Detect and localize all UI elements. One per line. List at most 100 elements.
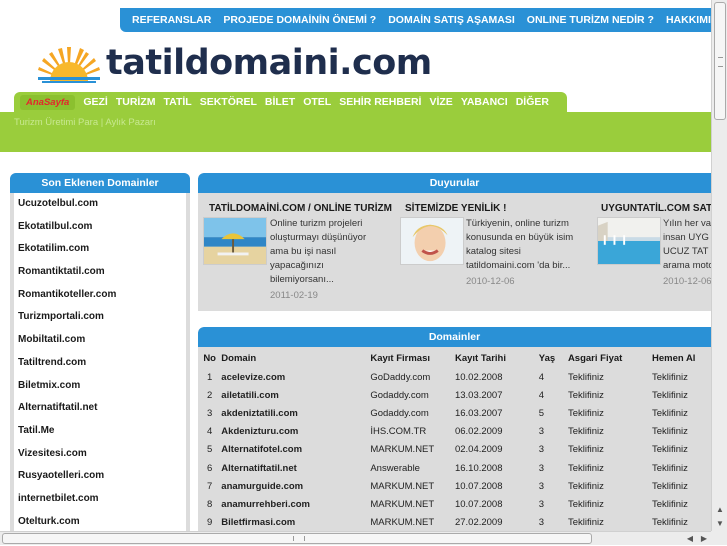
domains-title: Domainler bbox=[198, 327, 711, 347]
table-row[interactable]: 1 acelevize.com GoDaddy.com 10.02.2008 4 Tekl… bbox=[198, 368, 711, 386]
catnav-home[interactable]: AnaSayfa bbox=[20, 94, 76, 110]
news-title[interactable]: SİTEMİZDE YENİLİK ! bbox=[405, 203, 605, 214]
news-text-line: yapacağınızı bbox=[270, 260, 324, 271]
pool-resort-image[interactable] bbox=[597, 217, 661, 265]
table-row[interactable]: 3 akdeniztatili.com Godaddy.com 16.03.2007 5… bbox=[198, 404, 711, 422]
buy-now[interactable]: Teklifiniz bbox=[652, 514, 711, 532]
beach-umbrella-image[interactable] bbox=[203, 217, 267, 265]
vertical-scrollbar[interactable]: ▲ ▼ bbox=[711, 0, 727, 531]
recent-domain-item[interactable]: Tatil.Me bbox=[14, 420, 186, 443]
registrar: MARKUM.NET bbox=[370, 498, 435, 510]
recent-domain-item[interactable]: Ucuzotelbul.com bbox=[14, 193, 186, 216]
registration-date: 13.03.2007 bbox=[454, 389, 503, 401]
news-body: Türkiyenin, online turizm konusunda en b… bbox=[466, 217, 596, 289]
domain-name[interactable]: acelevize.com bbox=[221, 368, 370, 386]
recent-domain-item[interactable]: Tatiltrend.com bbox=[14, 352, 186, 375]
buy-now[interactable]: Teklifiniz bbox=[652, 495, 711, 513]
table-row[interactable]: 5 Alternatifotel.com MARKUM.NET 02.04.2009 3… bbox=[198, 441, 711, 459]
registrar: MARKUM.NET bbox=[370, 444, 435, 456]
topnav-item-referanslar[interactable]: REFERANSLAR bbox=[132, 14, 211, 26]
table-row[interactable]: 6 Alternatiftatil.net Answerable 16.10.2008… bbox=[198, 459, 711, 477]
domain-name[interactable]: akdeniztatili.com bbox=[221, 404, 370, 422]
news-title[interactable]: UYGUNTATİL.COM SAT bbox=[601, 203, 711, 214]
catnav-item-sehir-rehberi[interactable]: SEHİR REHBERİ bbox=[339, 96, 421, 108]
catnav-item-gezi[interactable]: GEZİ bbox=[83, 96, 108, 108]
news-title[interactable]: TATİLDOMAİNİ.COM / ONLİNE TURİZM bbox=[209, 203, 409, 214]
domain-age: 4 bbox=[538, 389, 545, 401]
catnav-item-vize[interactable]: VİZE bbox=[429, 96, 452, 108]
recent-domain-item[interactable]: Turizmportali.com bbox=[14, 306, 186, 329]
recent-domains-panel: Son Eklenen Domainler Ucuzotelbul.com Ek… bbox=[10, 173, 190, 531]
registration-date: 16.10.2008 bbox=[454, 462, 503, 474]
table-row[interactable]: 2 ailetatili.com Godaddy.com 13.03.2007 4 Tek… bbox=[198, 386, 711, 404]
min-price: Teklifiniz bbox=[567, 444, 604, 456]
buy-now[interactable]: Teklifiniz bbox=[652, 441, 711, 459]
announcements-panel: Duyurular TATİLDOMAİNİ.COM / ONLİNE TURİ… bbox=[198, 173, 711, 311]
recent-domain-item[interactable]: Biletmix.com bbox=[14, 375, 186, 398]
column-header-buy-now: Hemen Al bbox=[651, 353, 696, 364]
topnav-item-domain-satis-asamasi[interactable]: DOMAİN SATIŞ AŞAMASI bbox=[388, 14, 515, 26]
topnav-item-projede-domainin-onemi[interactable]: PROJEDE DOMAİNİN ÖNEMİ ? bbox=[223, 14, 376, 26]
min-price: Teklifiniz bbox=[567, 517, 604, 529]
recent-domain-item[interactable]: Romantiktatil.com bbox=[14, 261, 186, 284]
catnav-item-turizm[interactable]: TURİZM bbox=[116, 96, 156, 108]
domain-age: 3 bbox=[538, 517, 545, 529]
catnav-item-bilet[interactable]: BİLET bbox=[265, 96, 295, 108]
horizontal-scrollbar[interactable]: ◀ ▶ bbox=[0, 531, 711, 545]
recent-domain-item[interactable]: Otelturk.com bbox=[14, 511, 186, 531]
catnav-item-yabanci[interactable]: YABANCI bbox=[461, 96, 508, 108]
registrar: Godaddy.com bbox=[370, 407, 429, 419]
scroll-down-icon[interactable]: ▼ bbox=[712, 517, 727, 531]
catnav-item-sektorel[interactable]: SEKTÖREL bbox=[200, 96, 257, 108]
domain-age: 3 bbox=[538, 462, 545, 474]
scroll-left-icon[interactable]: ◀ bbox=[683, 532, 697, 546]
news-body: Yılın her va insan UYG UCUZ TAT arama mo… bbox=[663, 217, 711, 289]
buy-now[interactable]: Teklifiniz bbox=[652, 477, 711, 495]
recent-domain-item[interactable]: Ekotatilim.com bbox=[14, 238, 186, 261]
buy-now[interactable]: Teklifiniz bbox=[652, 404, 711, 422]
catnav-item-diger[interactable]: DİĞER bbox=[516, 96, 549, 108]
smiling-woman-image[interactable] bbox=[400, 217, 464, 265]
recent-domain-item[interactable]: Vizesitesi.com bbox=[14, 443, 186, 466]
recent-domain-item[interactable]: internetbilet.com bbox=[14, 488, 186, 511]
scroll-right-icon[interactable]: ▶ bbox=[697, 532, 711, 546]
row-number: 8 bbox=[207, 498, 213, 510]
column-header-no: No bbox=[203, 353, 216, 364]
min-price: Teklifiniz bbox=[567, 426, 604, 438]
domains-table-body: 1 acelevize.com GoDaddy.com 10.02.2008 4 Tekl… bbox=[198, 368, 711, 531]
recent-domain-item[interactable]: Romantikoteller.com bbox=[14, 284, 186, 307]
vertical-scroll-thumb[interactable] bbox=[714, 2, 726, 120]
catnav-item-otel[interactable]: OTEL bbox=[303, 96, 331, 108]
sub-navigation[interactable]: Turizm Üretimi Para | Aylık Pazarı bbox=[14, 117, 156, 128]
recent-domain-item[interactable]: Mobiltatil.com bbox=[14, 329, 186, 352]
buy-now[interactable]: Teklifiniz bbox=[652, 386, 711, 404]
logo-text: tatildomaini.com bbox=[106, 43, 432, 83]
topnav-item-online-turizm-nedir[interactable]: ONLINE TURİZM NEDİR ? bbox=[527, 14, 654, 26]
domain-name[interactable]: Biletfirmasi.com bbox=[221, 514, 370, 532]
scroll-up-icon[interactable]: ▲ bbox=[712, 503, 727, 517]
row-number: 1 bbox=[207, 371, 213, 383]
buy-now[interactable]: Teklifiniz bbox=[652, 368, 711, 386]
buy-now[interactable]: Teklifiniz bbox=[652, 459, 711, 477]
news-item: UYGUNTATİL.COM SAT Yılın her va insan UY… bbox=[597, 203, 711, 287]
table-row[interactable]: 9 Biletfirmasi.com MARKUM.NET 27.02.2009 3 Te… bbox=[198, 514, 711, 532]
table-row[interactable]: 8 anamurrehberi.com MARKUM.NET 10.07.2008 3 T… bbox=[198, 495, 711, 513]
domain-name[interactable]: ailetatili.com bbox=[221, 386, 370, 404]
recent-domain-item[interactable]: Alternatiftatil.net bbox=[14, 397, 186, 420]
table-row[interactable]: 4 Akdenizturu.com İHS.COM.TR 06.02.2009 3 Tek… bbox=[198, 423, 711, 441]
domain-name[interactable]: Alternatifotel.com bbox=[221, 441, 370, 459]
domain-name[interactable]: anamurguide.com bbox=[221, 477, 370, 495]
horizontal-scroll-thumb[interactable] bbox=[2, 533, 592, 544]
domain-name[interactable]: Alternatiftatil.net bbox=[221, 459, 370, 477]
catnav-item-tatil[interactable]: TATİL bbox=[164, 96, 192, 108]
topnav-item-hakkimizda[interactable]: HAKKIMIZDA bbox=[666, 14, 711, 26]
recent-domain-item[interactable]: Rusyaotelleri.com bbox=[14, 465, 186, 488]
domain-name[interactable]: anamurrehberi.com bbox=[221, 495, 370, 513]
table-row[interactable]: 7 anamurguide.com MARKUM.NET 10.07.2008 3 Tek… bbox=[198, 477, 711, 495]
domain-name[interactable]: Akdenizturu.com bbox=[221, 423, 370, 441]
site-logo[interactable]: tatildomaini.com bbox=[36, 40, 432, 86]
vertical-scroll-arrows: ▲ ▼ bbox=[712, 503, 727, 531]
recent-domain-item[interactable]: Ekotatilbul.com bbox=[14, 216, 186, 239]
buy-now[interactable]: Teklifiniz bbox=[652, 423, 711, 441]
recent-domains-title: Son Eklenen Domainler bbox=[10, 173, 190, 193]
